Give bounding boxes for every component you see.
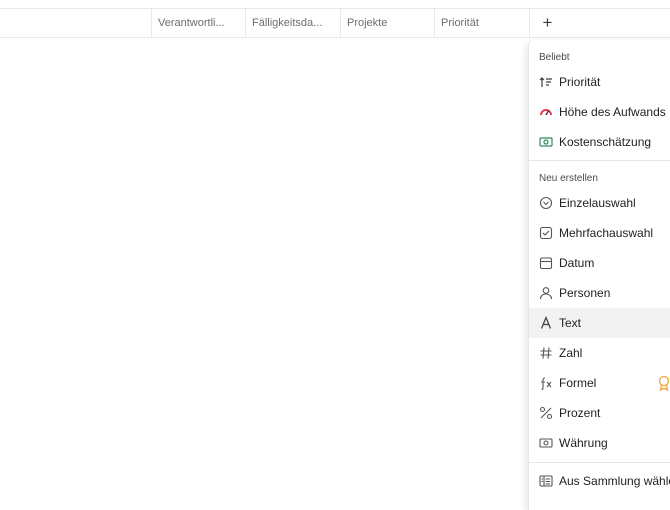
section-title-popular: Beliebt: [539, 52, 570, 63]
menu-divider: [529, 160, 670, 161]
menu-item-percent[interactable]: Prozent: [529, 398, 670, 428]
single-select-icon: [539, 196, 553, 210]
column-header-due-date[interactable]: Fälligkeitsda...: [245, 9, 340, 37]
column-header-priority[interactable]: Priorität: [434, 9, 529, 37]
menu-item-multi-select[interactable]: Mehrfachauswahl: [529, 218, 670, 248]
menu-item-priority[interactable]: Priorität: [529, 67, 670, 97]
menu-item-date[interactable]: Datum: [529, 248, 670, 278]
menu-item-from-library[interactable]: Aus Sammlung wählen: [529, 466, 670, 496]
plus-icon: +: [542, 13, 553, 32]
text-icon: [539, 316, 553, 330]
priority-icon: [539, 75, 553, 89]
section-title-create: Neu erstellen: [539, 173, 598, 184]
menu-item-text[interactable]: Text: [529, 308, 670, 338]
hash-icon: [539, 346, 553, 360]
column-header-projects[interactable]: Projekte: [340, 9, 434, 37]
gauge-icon: [539, 105, 553, 119]
currency-icon: [539, 436, 553, 450]
menu-item-people[interactable]: Personen: [529, 278, 670, 308]
formula-icon: [539, 376, 553, 390]
percent-icon: [539, 406, 553, 420]
multi-select-icon: [539, 226, 553, 240]
person-icon: [539, 286, 553, 300]
library-icon: [539, 474, 553, 488]
menu-item-cost-estimate[interactable]: Kostenschätzung: [529, 127, 670, 157]
menu-divider: [529, 462, 670, 463]
calendar-icon: [539, 256, 553, 270]
column-header-row: Verantwortli... Fälligkeitsda... Projekt…: [0, 8, 670, 38]
menu-item-effort[interactable]: Höhe des Aufwands: [529, 97, 670, 127]
menu-item-number[interactable]: Zahl: [529, 338, 670, 368]
menu-item-formula[interactable]: Formel: [529, 368, 670, 398]
add-field-menu: Beliebt Priorität Höhe des Aufwands Kost…: [528, 40, 670, 510]
money-icon: [539, 135, 553, 149]
upgrade-badge-icon: [657, 375, 670, 392]
add-column-button[interactable]: +: [529, 9, 565, 37]
menu-item-single-select[interactable]: Einzelauswahl: [529, 188, 670, 218]
menu-item-currency[interactable]: Währung: [529, 428, 670, 458]
column-header-assignee[interactable]: Verantwortli...: [151, 9, 245, 37]
